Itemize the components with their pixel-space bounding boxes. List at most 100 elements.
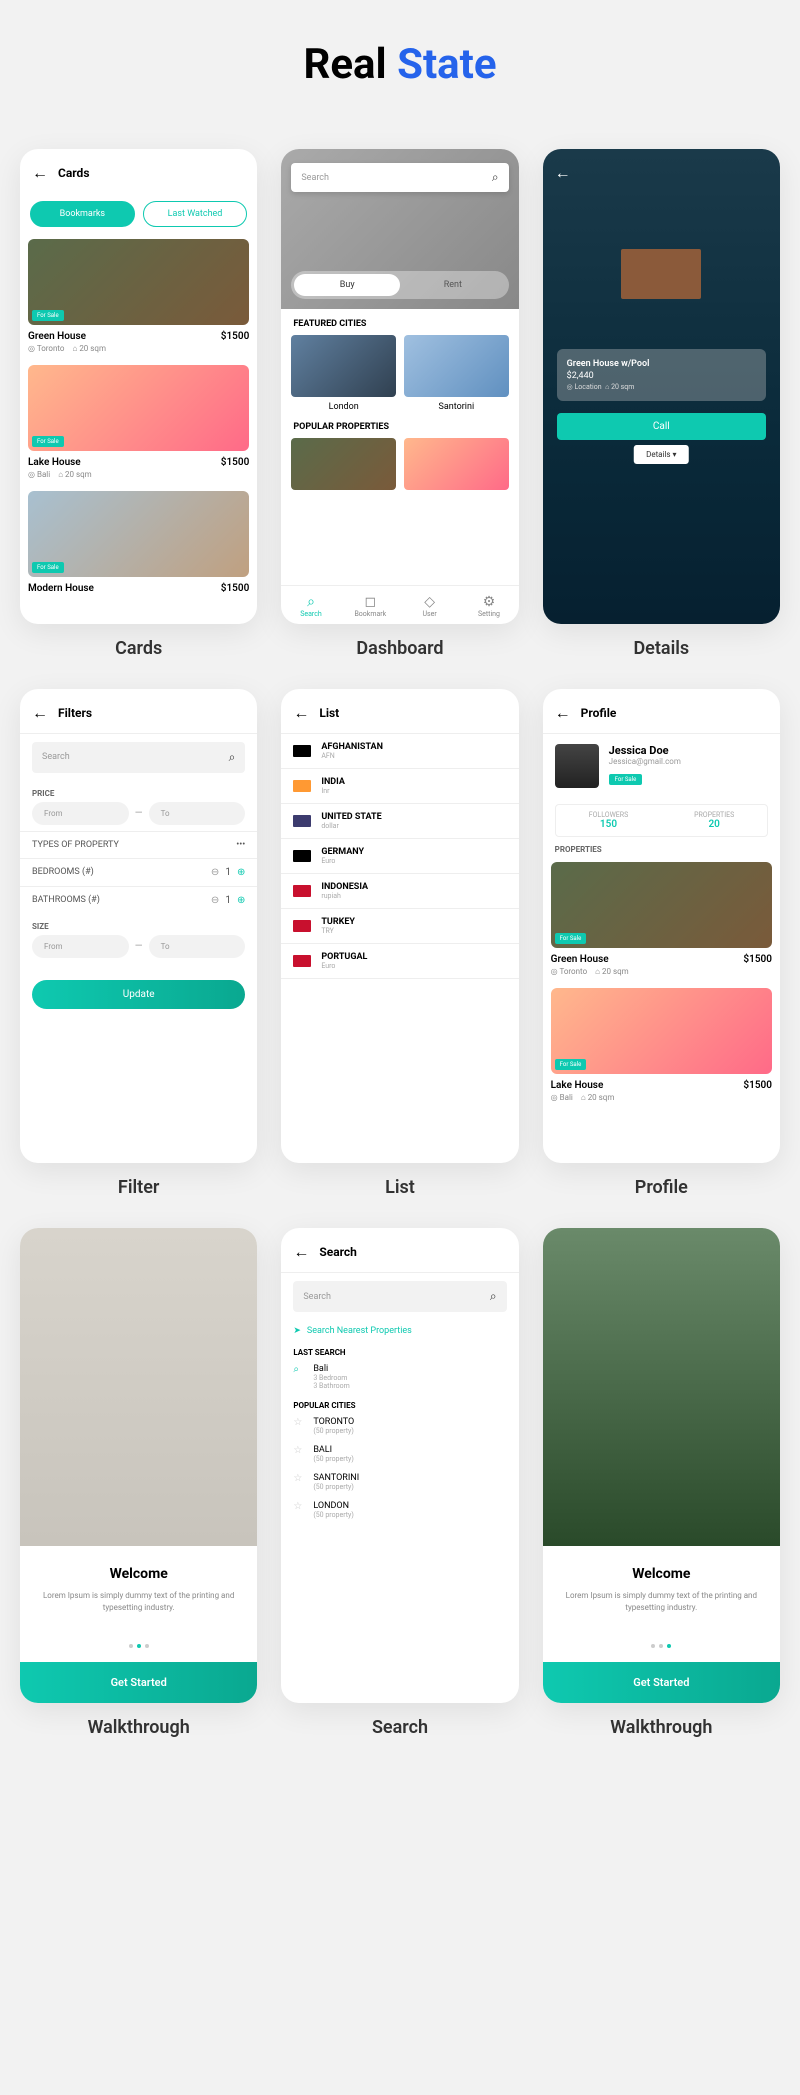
caption: Filter: [20, 1177, 257, 1198]
city-image[interactable]: [291, 335, 396, 397]
size-from-input[interactable]: From: [32, 935, 129, 958]
size-to-input[interactable]: To: [149, 935, 246, 958]
header-title: Search: [319, 1245, 357, 1259]
tab-buy[interactable]: Buy: [294, 274, 400, 296]
detail-title: Green House w/Pool: [567, 359, 756, 369]
bathrooms-label: BATHROOMS (#): [32, 895, 100, 905]
more-icon[interactable]: •••: [236, 840, 245, 850]
price-from-input[interactable]: From: [32, 802, 129, 825]
welcome-title: Welcome: [36, 1566, 241, 1582]
tab-last-watched[interactable]: Last Watched: [143, 201, 248, 227]
last-search-item[interactable]: ⌕Bali3 Bedroom3 Bathroom: [281, 1359, 518, 1395]
city-sub: (50 property): [313, 1427, 354, 1435]
list-item[interactable]: PORTUGALEuro: [281, 944, 518, 979]
star-icon: ☆: [293, 1473, 305, 1484]
nav-user[interactable]: ◇User: [400, 594, 459, 618]
card-name: Green House: [551, 954, 609, 965]
update-button[interactable]: Update: [32, 980, 245, 1009]
caption: Details: [543, 638, 780, 659]
property-image[interactable]: [404, 438, 509, 490]
list-item[interactable]: INDONESIArupiah: [281, 874, 518, 909]
popular-city-item[interactable]: ☆LONDON(50 property): [281, 1496, 518, 1524]
search-input[interactable]: Search⌕: [32, 742, 245, 773]
dashboard-screen: Search⌕ Buy Rent FEATURED CITIES London …: [281, 149, 518, 624]
call-button[interactable]: Call: [557, 413, 766, 440]
currency-sub: Euro: [321, 962, 367, 970]
list-item[interactable]: UNITED STATEdollar: [281, 804, 518, 839]
list-screen: ←List AFGHANISTANAFNINDIAInrUNITED STATE…: [281, 689, 518, 1164]
list-item[interactable]: TURKEYTRY: [281, 909, 518, 944]
flag-icon: [293, 780, 311, 792]
tab-bookmarks[interactable]: Bookmarks: [30, 201, 135, 227]
back-icon[interactable]: ←: [32, 163, 48, 183]
minus-icon[interactable]: ⊖: [211, 867, 219, 878]
search-icon[interactable]: ⌕: [492, 170, 499, 185]
search-nearest-link[interactable]: ➤Search Nearest Properties: [281, 1320, 518, 1342]
nav-setting[interactable]: ⚙Setting: [459, 594, 518, 618]
types-label: TYPES OF PROPERTY: [32, 840, 119, 850]
get-started-button[interactable]: Get Started: [543, 1662, 780, 1703]
property-image[interactable]: [291, 438, 396, 490]
tab-rent[interactable]: Rent: [400, 274, 506, 296]
card-image[interactable]: For Sale: [28, 491, 249, 577]
search-icon: ⌕: [293, 1364, 305, 1375]
followers-stat[interactable]: FOLLOWERS150: [556, 805, 662, 836]
popular-city-item[interactable]: ☆SANTORINI(50 property): [281, 1468, 518, 1496]
currency-sub: Inr: [321, 787, 345, 795]
flag-icon: [293, 885, 311, 897]
popular-city-item[interactable]: ☆TORONTO(50 property): [281, 1412, 518, 1440]
bathroom-count: 1: [225, 895, 231, 906]
size-icon: ⌂ 20 sqm: [595, 967, 629, 976]
popular-cities-label: POPULAR CITIES: [281, 1395, 518, 1412]
location-icon: ◎ Toronto: [551, 967, 587, 976]
city-image[interactable]: [404, 335, 509, 397]
city-name: Santorini: [404, 402, 509, 412]
minus-icon[interactable]: ⊖: [211, 895, 219, 906]
back-icon[interactable]: ←: [32, 703, 48, 723]
search-icon[interactable]: ⌕: [229, 750, 236, 765]
profile-screen: ←Profile Jessica Doe Jessica@gmail.com F…: [543, 689, 780, 1164]
size-icon: ⌂ 20 sqm: [581, 1093, 615, 1102]
location-icon: ◎ Location: [567, 383, 602, 391]
list-item[interactable]: GERMANYEuro: [281, 839, 518, 874]
country-name: INDIA: [321, 777, 345, 787]
search-input[interactable]: Search⌕: [291, 163, 508, 192]
caption: Profile: [543, 1177, 780, 1198]
properties-stat[interactable]: PROPERTIES20: [661, 805, 767, 836]
card-price: $1500: [221, 331, 250, 342]
nav-bookmark[interactable]: ◻Bookmark: [341, 594, 400, 618]
back-icon[interactable]: ←: [555, 163, 571, 183]
price-to-input[interactable]: To: [149, 802, 246, 825]
city-name: TORONTO: [313, 1417, 354, 1427]
card-price: $1500: [743, 954, 772, 965]
profile-name: Jessica Doe: [609, 744, 681, 757]
avatar[interactable]: [555, 744, 599, 788]
card-name: Green House: [28, 331, 86, 342]
get-started-button[interactable]: Get Started: [20, 1662, 257, 1703]
card-image[interactable]: For Sale: [551, 988, 772, 1074]
currency-sub: AFN: [321, 752, 383, 760]
details-button[interactable]: Details ▾: [634, 445, 688, 464]
card-image[interactable]: For Sale: [28, 239, 249, 325]
card-image[interactable]: For Sale: [28, 365, 249, 451]
location-icon: ◎ Bali: [28, 470, 50, 479]
size-label: SIZE: [20, 914, 257, 935]
back-icon[interactable]: ←: [293, 703, 309, 723]
back-icon[interactable]: ←: [555, 703, 571, 723]
star-icon: ☆: [293, 1445, 305, 1456]
plus-icon[interactable]: ⊕: [237, 895, 245, 906]
city-name: SANTORINI: [313, 1473, 359, 1483]
card-image[interactable]: For Sale: [551, 862, 772, 948]
popular-city-item[interactable]: ☆BALI(50 property): [281, 1440, 518, 1468]
search-input[interactable]: Search⌕: [293, 1281, 506, 1312]
card-price: $1500: [221, 457, 250, 468]
flag-icon: [293, 955, 311, 967]
search-icon[interactable]: ⌕: [490, 1289, 497, 1304]
back-icon[interactable]: ←: [293, 1242, 309, 1262]
list-item[interactable]: AFGHANISTANAFN: [281, 734, 518, 769]
list-item[interactable]: INDIAInr: [281, 769, 518, 804]
card-name: Modern House: [28, 583, 94, 594]
plus-icon[interactable]: ⊕: [237, 867, 245, 878]
welcome-title: Welcome: [559, 1566, 764, 1582]
nav-search[interactable]: ⌕Search: [281, 594, 340, 618]
